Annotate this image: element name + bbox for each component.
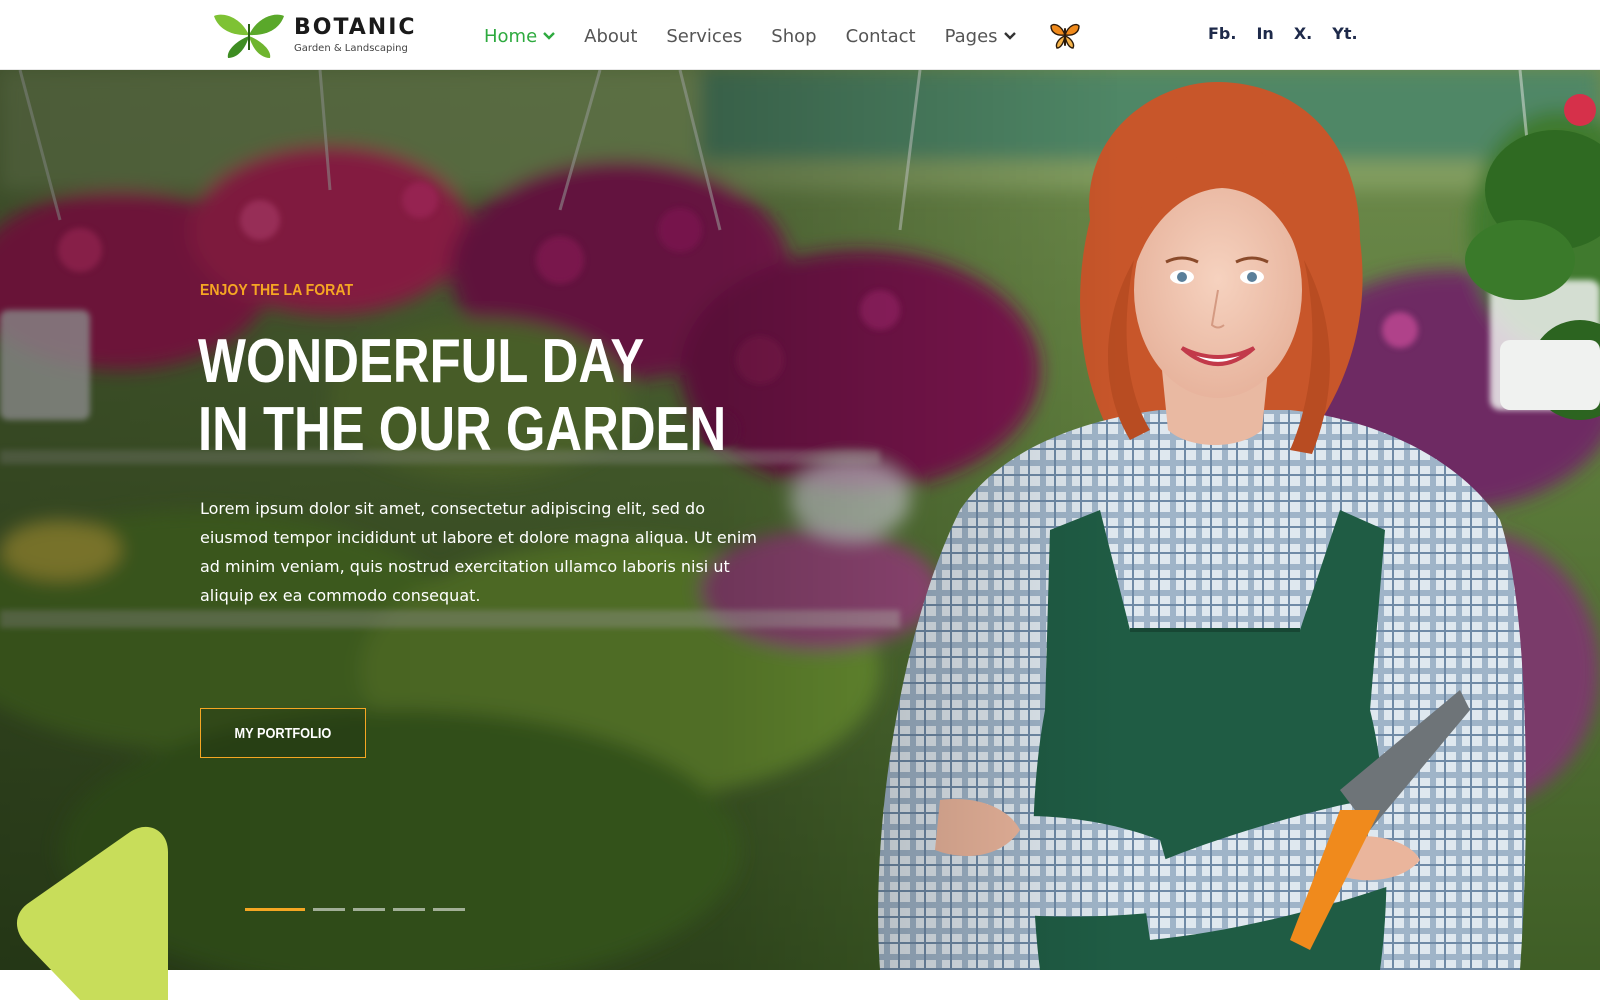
page: BOTANIC Garden & Landscaping Home About … [0, 0, 1600, 1000]
hero-slider: ENJOY THE LA FORAT WONDERFUL DAY IN THE … [0, 70, 1600, 970]
social-x-link[interactable]: X. [1294, 24, 1312, 43]
brand-tagline: Garden & Landscaping [294, 42, 408, 54]
slider-pagination [245, 908, 473, 911]
nav-item-label: Shop [771, 25, 817, 47]
nav-item-contact[interactable]: Contact [846, 26, 916, 47]
main-nav: Home About Services Shop Contact Pages [484, 22, 1081, 50]
hero-headline: WONDERFUL DAY IN THE OUR GARDEN [198, 327, 727, 464]
site-header: BOTANIC Garden & Landscaping Home About … [0, 0, 1600, 70]
hero-headline-line: IN THE OUR GARDEN [198, 395, 727, 464]
chevron-down-icon [543, 32, 556, 40]
hero-headline-line: WONDERFUL DAY [198, 327, 645, 396]
nav-item-pages[interactable]: Pages [945, 26, 1016, 47]
social-instagram-link[interactable]: In [1256, 24, 1273, 43]
nav-item-about[interactable]: About [584, 26, 637, 47]
brand-logo[interactable]: BOTANIC Garden & Landscaping [212, 10, 417, 60]
nav-item-label: About [584, 25, 638, 47]
social-links: Fb. In X. Yt. [1208, 24, 1378, 43]
hero-eyebrow: ENJOY THE LA FORAT [200, 282, 354, 299]
nav-item-shop[interactable]: Shop [771, 26, 816, 47]
nav-item-home[interactable]: Home [484, 25, 556, 47]
slider-dot[interactable] [353, 908, 385, 911]
slider-dot[interactable] [313, 908, 345, 911]
nav-item-label: Home [484, 25, 538, 47]
portfolio-button[interactable]: MY PORTFOLIO [200, 708, 366, 758]
butterfly-leaf-logo-icon [214, 14, 284, 58]
butterfly-icon[interactable] [1049, 22, 1081, 50]
slider-dot[interactable] [433, 908, 465, 911]
nav-item-label: Pages [944, 25, 998, 47]
hero-description: Lorem ipsum dolor sit amet, consectetur … [200, 499, 757, 605]
nav-item-services[interactable]: Services [666, 26, 742, 47]
brand-name: BOTANIC [294, 14, 417, 40]
social-youtube-link[interactable]: Yt. [1332, 24, 1357, 43]
decorative-triangle-shape [16, 826, 168, 1000]
chevron-down-icon [1003, 32, 1016, 40]
slider-dot[interactable] [393, 908, 425, 911]
social-facebook-link[interactable]: Fb. [1208, 24, 1236, 43]
portfolio-button-label: MY PORTFOLIO [234, 724, 332, 742]
slider-dot[interactable] [245, 908, 305, 911]
nav-item-label: Services [666, 25, 743, 47]
nav-item-label: Contact [845, 25, 916, 47]
